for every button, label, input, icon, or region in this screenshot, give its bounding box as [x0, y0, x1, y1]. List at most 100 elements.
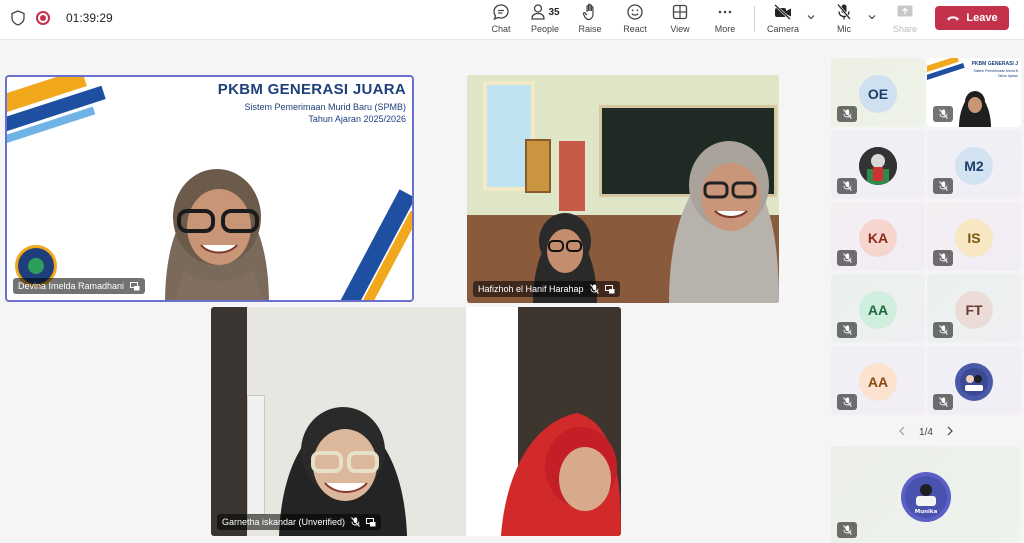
gallery-tile-presenter[interactable]: PKBM GENERASI J Sistem Pemerimaan Murid … — [927, 58, 1021, 127]
camera-options-chevron-icon[interactable] — [806, 12, 816, 22]
gallery-tile[interactable]: OE — [831, 58, 925, 127]
muted-badge — [933, 178, 953, 194]
gallery-tile[interactable]: FT — [927, 274, 1021, 343]
background-board — [525, 139, 551, 193]
gallery-tile[interactable]: AA — [831, 346, 925, 415]
gallery-tile[interactable]: KA — [831, 202, 925, 271]
muted-badge — [837, 394, 857, 410]
react-label: React — [623, 24, 647, 34]
mic-off-icon — [351, 517, 360, 527]
muted-badge — [837, 522, 857, 538]
mic-off-icon — [589, 284, 599, 294]
people-count: 35 — [548, 6, 560, 18]
mic-off-icon — [836, 2, 852, 22]
muted-badge — [837, 322, 857, 338]
muted-badge — [837, 250, 857, 266]
mic-off-icon — [938, 181, 948, 191]
participant-video-second-person — [501, 413, 621, 536]
raise-hand-button[interactable]: Raise — [567, 2, 613, 38]
participant-nametag: Garnetha iskandar (Unverified) — [217, 514, 382, 530]
gallery-tile[interactable]: AA — [831, 274, 925, 343]
mic-options-chevron-icon[interactable] — [867, 12, 877, 22]
gallery-tile[interactable]: IS — [927, 202, 1021, 271]
gallery-pager: 1/4 — [898, 424, 954, 440]
smiley-icon — [626, 2, 644, 22]
thumb-slide-year: Tahun Ajaran — [997, 74, 1018, 78]
avatar: FT — [955, 291, 993, 329]
mic-off-icon — [938, 109, 948, 119]
avatar: Munika — [901, 472, 951, 522]
share-button[interactable]: Share — [882, 2, 928, 38]
share-icon — [896, 2, 914, 22]
avatar: KA — [859, 219, 897, 257]
background-bookshelf — [211, 307, 247, 536]
participant-video-thumbnail — [959, 91, 991, 127]
more-label: More — [714, 24, 736, 34]
view-label: View — [670, 24, 690, 34]
mic-off-icon — [842, 525, 852, 535]
gallery-tile[interactable] — [831, 130, 925, 199]
avatar — [955, 363, 993, 401]
shield-icon[interactable] — [10, 10, 26, 26]
people-label: People — [530, 24, 560, 34]
avatar: AA — [859, 291, 897, 329]
gallery-tile[interactable]: M2 — [927, 130, 1021, 199]
camera-button[interactable]: Camera — [760, 2, 806, 38]
mic-off-icon — [842, 109, 852, 119]
screen-share-icon — [366, 517, 376, 526]
muted-badge — [933, 106, 953, 122]
slide-subtitle: Sistem Pemerimaan Murid Baru (SPMB) — [244, 102, 406, 112]
muted-badge — [933, 394, 953, 410]
mic-label: Mic — [837, 24, 851, 34]
video-tile-hafizhoh[interactable]: Hafizhoh el Hanif Harahap — [467, 75, 779, 303]
avatar: M2 — [955, 147, 993, 185]
gallery-tile[interactable] — [927, 346, 1021, 415]
muted-badge — [837, 106, 857, 122]
hand-icon — [582, 2, 598, 22]
profile-illustration-icon — [960, 368, 988, 396]
participant-name: Devina Imelda Ramadhani — [18, 281, 125, 291]
screen-share-icon — [130, 281, 140, 290]
next-page-chevron-icon[interactable] — [946, 426, 954, 439]
video-divider — [466, 307, 470, 536]
avatar-label: Munika — [915, 509, 938, 515]
camera-label: Camera — [766, 24, 799, 34]
profile-photo-icon — [859, 147, 897, 185]
more-button[interactable]: More — [702, 2, 748, 38]
people-button[interactable]: 35 People — [522, 2, 568, 38]
toolbar-divider — [754, 6, 755, 32]
page-indicator: 1/4 — [919, 426, 933, 438]
mic-off-icon — [842, 397, 852, 407]
background-fan — [247, 395, 265, 515]
chat-label: Chat — [491, 24, 511, 34]
view-button[interactable]: View — [657, 2, 703, 38]
mic-off-icon — [938, 253, 948, 263]
slide-banner: PKBM GENERASI JUARA Sistem Pemerimaan Mu… — [218, 81, 406, 124]
profile-illustration-icon: Munika — [905, 476, 947, 518]
video-tile-garnetha[interactable]: Garnetha iskandar (Unverified) — [211, 307, 621, 536]
participant-nametag: Hafizhoh el Hanif Harahap — [473, 281, 620, 297]
prev-page-chevron-icon[interactable] — [898, 426, 906, 439]
gallery-tile-large[interactable]: Munika — [831, 446, 1020, 543]
avatar: IS — [955, 219, 993, 257]
avatar — [859, 147, 897, 185]
mic-off-icon — [842, 325, 852, 335]
avatar: AA — [859, 363, 897, 401]
chat-button[interactable]: Chat — [478, 2, 524, 38]
thumb-slide-subtitle: Sistem Pemerimaan Murid B — [973, 69, 1018, 73]
raise-label: Raise — [578, 24, 602, 34]
leave-button[interactable]: Leave — [935, 6, 1009, 30]
mic-button[interactable]: Mic — [821, 2, 867, 38]
avatar: OE — [859, 75, 897, 113]
video-tile-devina[interactable]: PKBM GENERASI JUARA Sistem Pemerimaan Mu… — [5, 75, 414, 302]
more-icon — [717, 2, 733, 22]
mic-off-icon — [938, 325, 948, 335]
meeting-timer: 01:39:29 — [66, 11, 113, 25]
muted-badge — [933, 322, 953, 338]
meeting-toolbar: 01:39:29 Chat 35 People Raise React View… — [0, 0, 1024, 40]
participant-video-hafizhoh — [669, 141, 779, 303]
grid-icon — [672, 2, 688, 22]
screen-share-icon — [604, 284, 615, 293]
slide-year: Tahun Ajaran 2025/2026 — [308, 114, 406, 124]
react-button[interactable]: React — [612, 2, 658, 38]
